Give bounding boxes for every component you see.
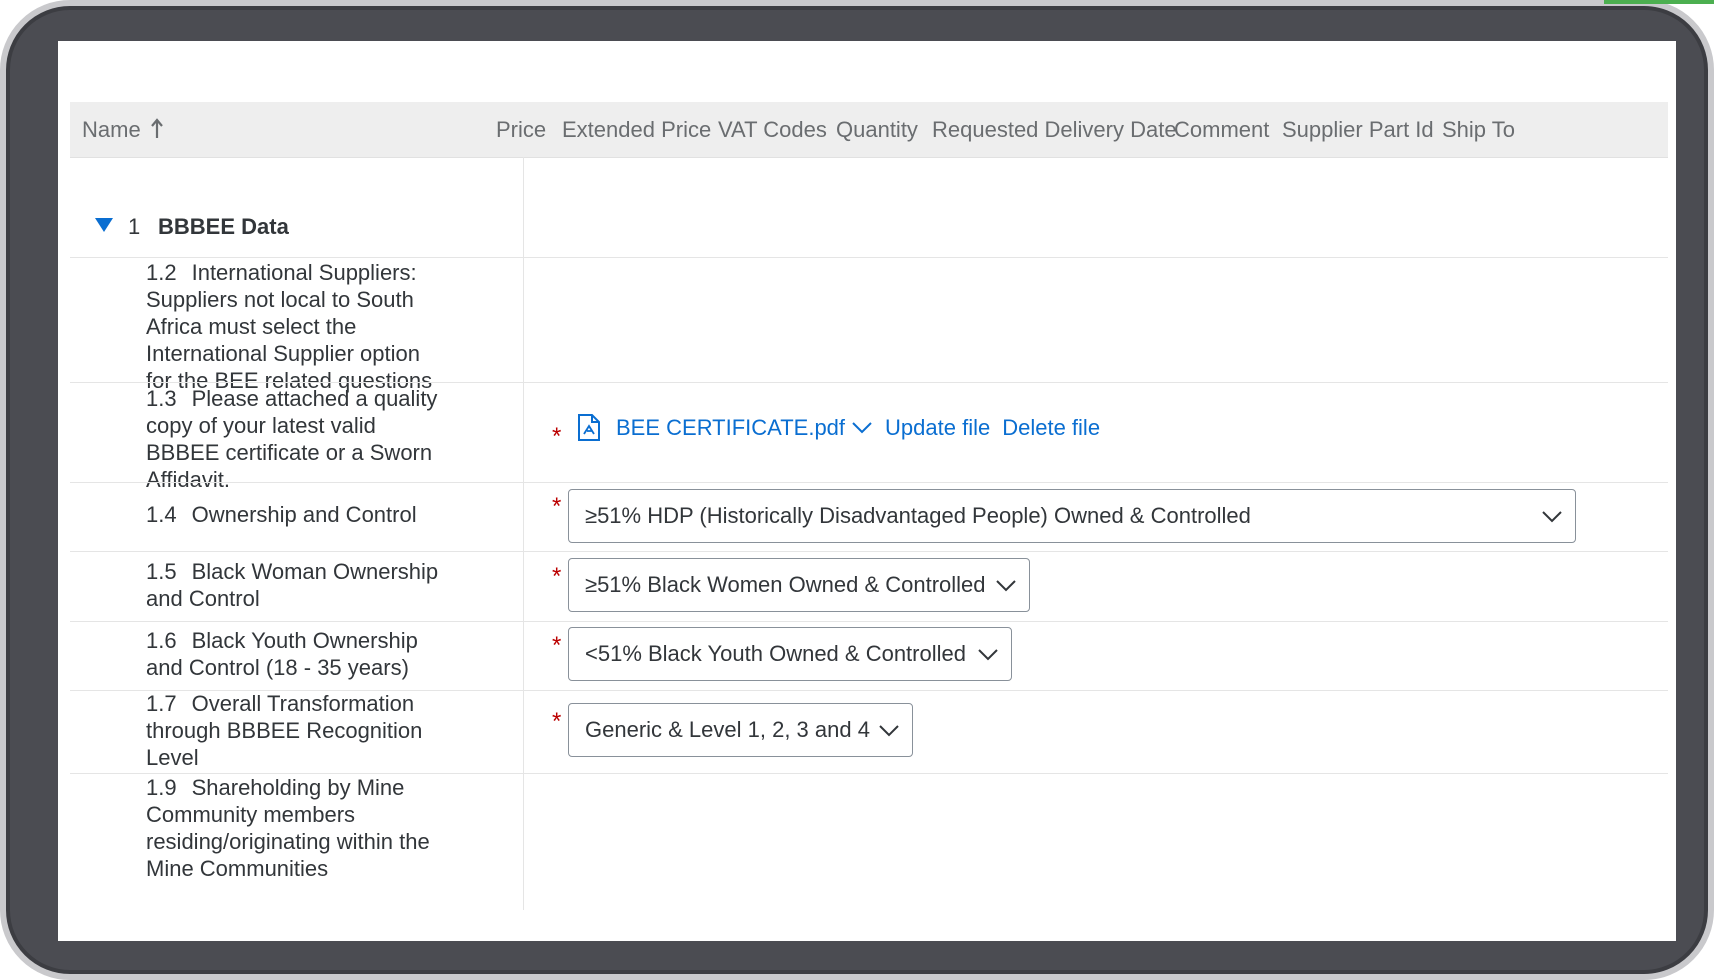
attachment-row: BEE CERTIFICATE.pdf Update file Delete f…	[576, 408, 1112, 448]
column-header-comment[interactable]: Comment	[1174, 102, 1269, 157]
row-divider	[70, 621, 1668, 622]
chevron-down-icon	[996, 580, 1016, 592]
black-woman-select[interactable]: ≥51% Black Women Owned & Controlled	[568, 558, 1030, 612]
attachment-file-name[interactable]: BEE CERTIFICATE.pdf	[616, 415, 845, 441]
item-1-4-label: 1.4 Ownership and Control	[146, 501, 446, 528]
bezel-accent	[1604, 0, 1714, 4]
item-1-6-label: 1.6 Black Youth Ownership and Control (18…	[146, 627, 446, 681]
item-1-5-label: 1.5 Black Woman Ownership and Control	[146, 558, 446, 612]
item-number: 1.4	[146, 502, 177, 527]
delete-file-link[interactable]: Delete file	[1002, 415, 1100, 441]
recognition-level-select[interactable]: Generic & Level 1, 2, 3 and 4	[568, 703, 913, 757]
item-text: Overall Transformation through BBBEE Rec…	[146, 691, 423, 770]
required-asterisk: *	[552, 632, 562, 659]
item-1-3-label: 1.3 Please attached a quality copy of you…	[146, 385, 446, 493]
item-text: Please attached a quality copy of your l…	[146, 386, 438, 492]
black-youth-select[interactable]: <51% Black Youth Owned & Controlled	[568, 627, 1012, 681]
column-header-supplier-part-id[interactable]: Supplier Part Id	[1282, 102, 1434, 157]
ownership-select-value: ≥51% HDP (Historically Disadvantaged Peo…	[585, 503, 1251, 528]
group-number: 1	[128, 214, 141, 239]
row-divider	[70, 551, 1668, 552]
column-header-ship-to[interactable]: Ship To	[1442, 102, 1515, 157]
collapse-triangle-icon[interactable]	[94, 217, 114, 233]
item-number: 1.6	[146, 628, 177, 653]
column-header-extended-price[interactable]: Extended Price	[562, 102, 711, 157]
row-divider	[70, 382, 1668, 383]
item-text: International Suppliers: Suppliers not l…	[146, 260, 433, 393]
chevron-down-icon	[978, 649, 998, 661]
column-header-name[interactable]: Name	[82, 102, 141, 157]
ownership-select[interactable]: ≥51% HDP (Historically Disadvantaged Peo…	[568, 489, 1576, 543]
row-divider	[70, 482, 1668, 483]
item-number: 1.5	[146, 559, 177, 584]
table-header: Name Price Extended Price VAT Codes Quan…	[70, 102, 1668, 158]
pdf-file-icon	[578, 414, 600, 441]
row-divider	[70, 257, 1668, 258]
group-title: BBBEE Data	[158, 214, 289, 239]
item-number: 1.2	[146, 260, 177, 285]
chevron-down-icon	[1542, 511, 1562, 523]
item-text: Ownership and Control	[191, 502, 417, 527]
column-divider	[523, 157, 524, 910]
black-woman-select-value: ≥51% Black Women Owned & Controlled	[585, 572, 986, 597]
required-asterisk: *	[552, 423, 562, 450]
column-header-price[interactable]: Price	[496, 102, 546, 157]
item-number: 1.3	[146, 386, 177, 411]
item-number: 1.7	[146, 691, 177, 716]
column-header-requested-delivery-date[interactable]: Requested Delivery Date	[932, 102, 1177, 157]
required-asterisk: *	[552, 493, 562, 520]
item-1-9-label: 1.9 Shareholding by Mine Community member…	[146, 774, 446, 882]
item-text: Black Woman Ownership and Control	[146, 559, 439, 611]
item-text: Shareholding by Mine Community members r…	[146, 775, 430, 881]
black-youth-select-value: <51% Black Youth Owned & Controlled	[585, 641, 966, 666]
recognition-level-select-value: Generic & Level 1, 2, 3 and 4	[585, 717, 870, 742]
chevron-down-icon	[879, 725, 899, 737]
update-file-link[interactable]: Update file	[885, 415, 990, 441]
screen: Name Price Extended Price VAT Codes Quan…	[58, 41, 1676, 941]
item-number: 1.9	[146, 775, 177, 800]
column-header-vat-codes[interactable]: VAT Codes	[718, 102, 827, 157]
required-asterisk: *	[552, 708, 562, 735]
sort-ascending-icon[interactable]	[150, 118, 164, 140]
item-1-7-label: 1.7 Overall Transformation through BBBEE …	[146, 690, 446, 771]
item-text: Black Youth Ownership and Control (18 - …	[146, 628, 418, 680]
item-1-2-label: 1.2 International Suppliers: Suppliers no…	[146, 259, 446, 394]
chevron-down-icon[interactable]	[851, 421, 873, 435]
required-asterisk: *	[552, 563, 562, 590]
column-header-quantity[interactable]: Quantity	[836, 102, 918, 157]
